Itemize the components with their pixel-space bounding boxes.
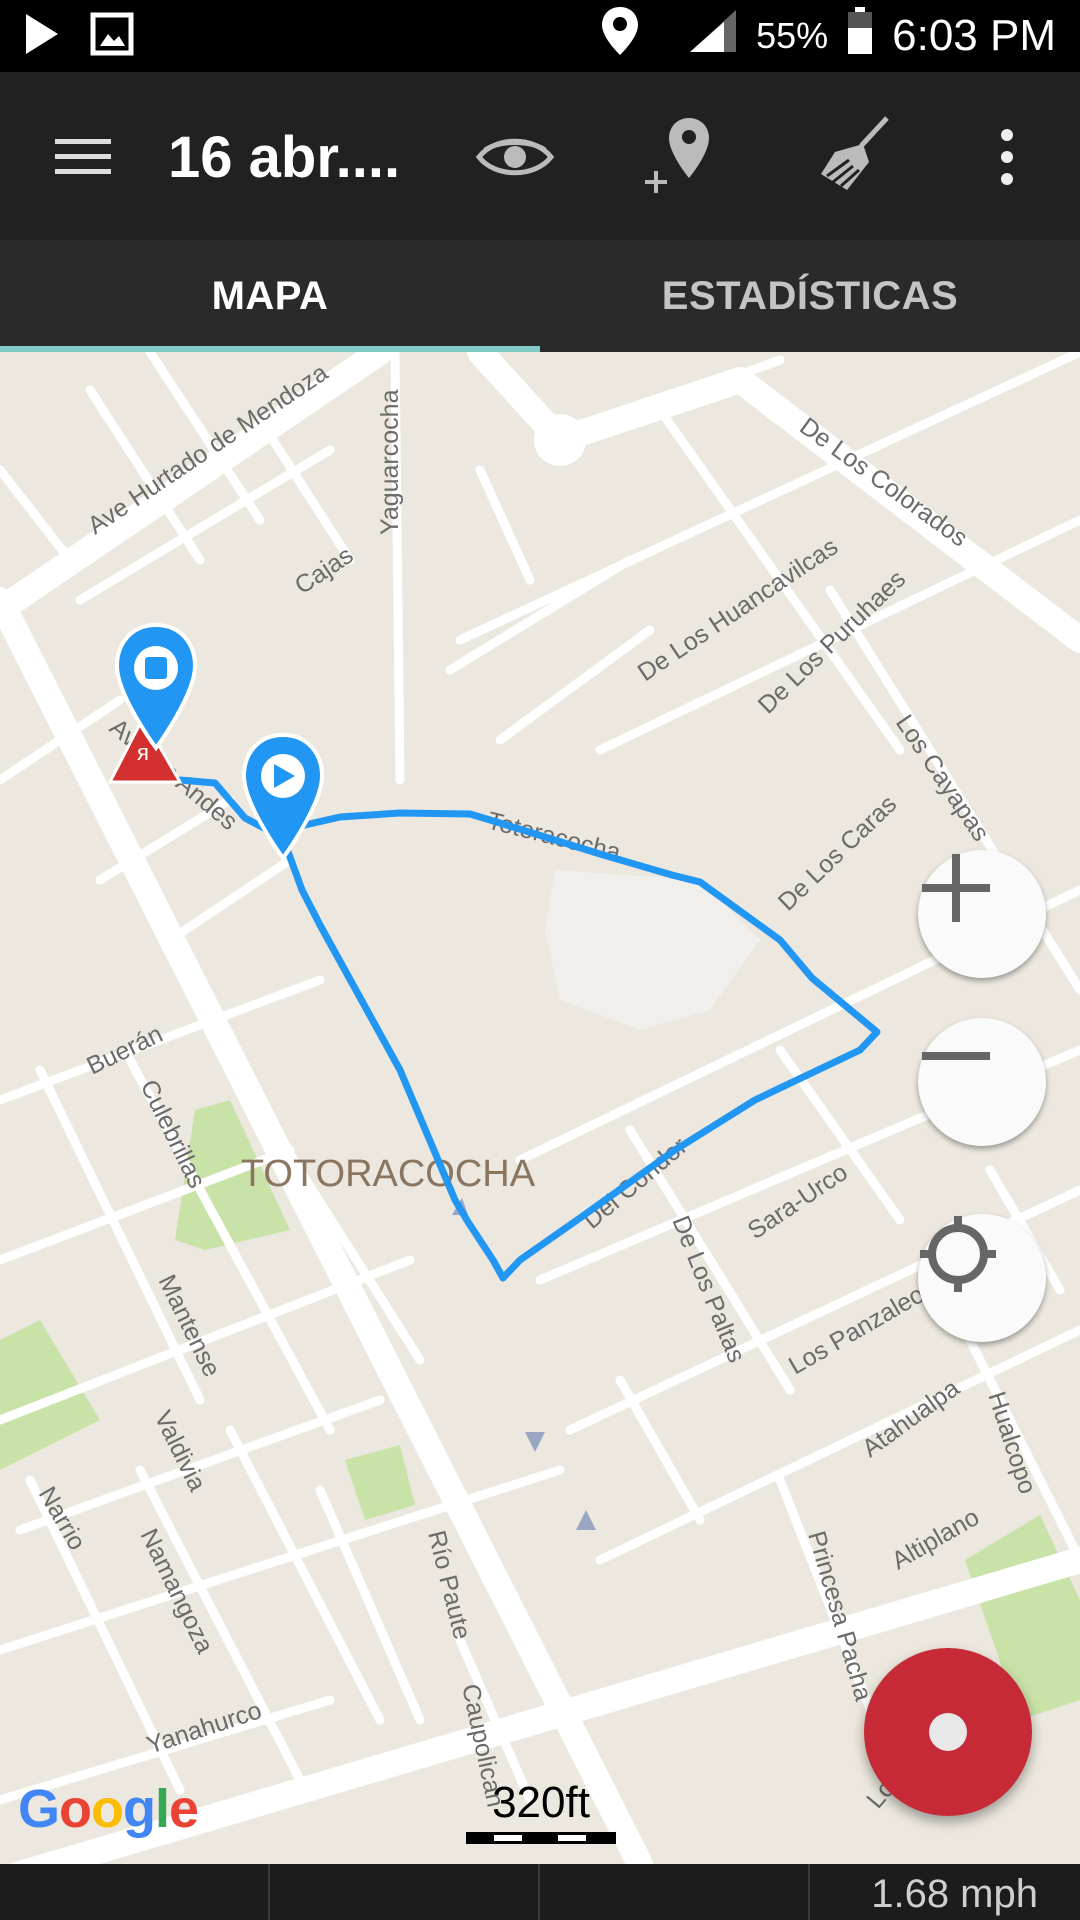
park <box>0 1320 100 1470</box>
tab-mapa[interactable]: MAPA <box>0 240 540 352</box>
scale-bar <box>466 1832 616 1844</box>
street-label: Hualcopo <box>982 1388 1041 1497</box>
signal-icon <box>688 8 738 65</box>
broom-icon[interactable] <box>808 112 898 202</box>
add-location-icon[interactable] <box>636 112 726 202</box>
park <box>345 1445 415 1520</box>
scale-label: 320ft <box>492 1778 590 1827</box>
my-location-button[interactable] <box>918 1214 1046 1342</box>
zoom-in-button[interactable] <box>918 850 1046 978</box>
google-logo: Google <box>18 1779 199 1839</box>
record-dot-icon <box>929 1713 967 1751</box>
plus-icon <box>922 854 990 922</box>
bottom-status-bar: 1.68 mph <box>0 1864 1080 1920</box>
map-canvas[interactable]: Ave Hurtado de Mendoza Yaguarcocha Cajas… <box>0 352 1080 1864</box>
neighborhood-label: TOTORACOCHA <box>241 1153 536 1195</box>
more-vert-icon[interactable] <box>962 112 1052 202</box>
street-label: De Los Colorados <box>794 412 972 552</box>
street-label: Cajas <box>290 541 359 600</box>
street-label: Ave Hurtado de Mendoza <box>83 358 333 540</box>
record-button[interactable] <box>864 1648 1032 1816</box>
status-bar: 55% 6:03 PM <box>0 0 1080 72</box>
image-icon <box>90 12 134 61</box>
tab-bar: MAPA ESTADÍSTICAS <box>0 240 1080 352</box>
street-label: Yanahurco <box>143 1696 265 1759</box>
svg-text:я: я <box>137 740 149 765</box>
battery-percent: 55% <box>756 15 829 56</box>
zoom-out-button[interactable] <box>918 1018 1046 1146</box>
map-view[interactable]: Ave Hurtado de Mendoza Yaguarcocha Cajas… <box>0 352 1080 1864</box>
battery-icon <box>846 6 874 67</box>
street-label: Los Cayapas <box>890 710 995 847</box>
crosshair-icon <box>920 1216 996 1292</box>
clock: 6:03 PM <box>892 11 1056 60</box>
tab-estadisticas[interactable]: ESTADÍSTICAS <box>540 240 1080 352</box>
street-label: De Los Paltas <box>666 1212 750 1367</box>
street-label: Yaguarcocha <box>376 389 404 535</box>
location-icon <box>600 5 640 68</box>
plaza <box>545 870 760 1030</box>
page-title: 16 abr.... <box>168 125 401 190</box>
street-label: De Los Caras <box>773 790 902 916</box>
menu-icon[interactable] <box>38 112 128 202</box>
app-bar: 16 abr.... <box>0 72 1080 240</box>
street-label: Buerán <box>82 1020 167 1081</box>
minus-icon <box>922 1052 990 1060</box>
play-icon <box>22 10 62 63</box>
eye-icon[interactable] <box>470 112 560 202</box>
map-scale: 320ft <box>466 1778 616 1844</box>
start-marker[interactable] <box>241 732 325 862</box>
street-label: Atahualpa <box>857 1374 965 1463</box>
speed-readout: 1.68 mph <box>871 1872 1038 1916</box>
